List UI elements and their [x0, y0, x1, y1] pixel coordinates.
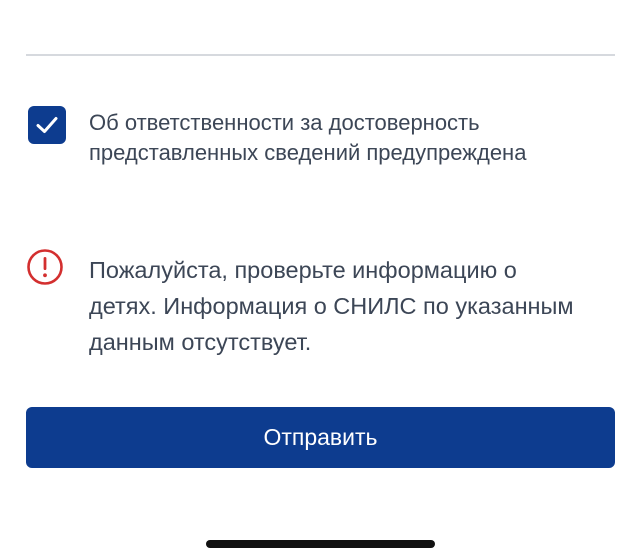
- warning-message-row: Пожалуйста, проверьте информацию о детях…: [26, 248, 616, 360]
- consent-checkbox[interactable]: [28, 106, 66, 144]
- submit-button[interactable]: Отправить: [26, 407, 615, 468]
- section-divider: [26, 54, 615, 56]
- home-indicator[interactable]: [206, 540, 435, 548]
- form-screen: Об ответственности за достоверность пред…: [0, 0, 641, 560]
- exclamation-circle-icon: [26, 248, 64, 286]
- consent-label: Об ответственности за достоверность пред…: [89, 110, 527, 165]
- warning-message: Пожалуйста, проверьте информацию о детях…: [89, 257, 574, 355]
- checkmark-icon: [36, 117, 58, 133]
- consent-row: Об ответственности за достоверность пред…: [28, 106, 618, 168]
